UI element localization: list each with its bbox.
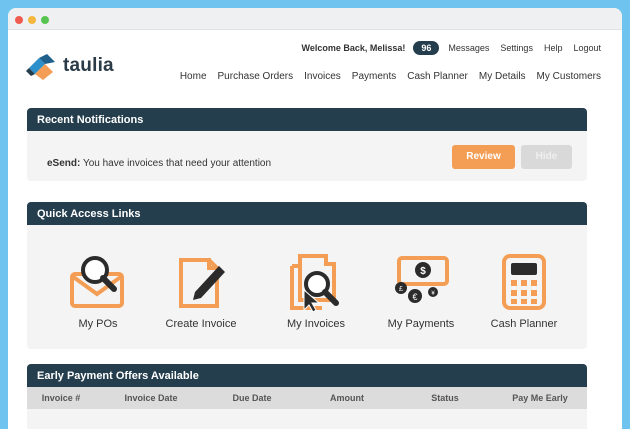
quick-link-cash-planner[interactable]: Cash Planner (486, 252, 562, 330)
welcome-text: Welcome Back, Melissa! (301, 43, 406, 53)
notification-count-badge[interactable]: 96 (413, 41, 440, 55)
column-due-date[interactable]: Due Date (207, 393, 297, 403)
hide-button[interactable]: Hide (521, 145, 572, 169)
notification-text: You have invoices that need your attenti… (82, 158, 272, 169)
early-payment-title: Early Payment Offers Available (27, 364, 587, 387)
close-window-dot[interactable] (15, 16, 23, 24)
messages-link[interactable]: Messages (448, 43, 489, 53)
notifications-title: Recent Notifications (27, 108, 587, 131)
maximize-window-dot[interactable] (41, 16, 49, 24)
column-pay-me-early[interactable]: Pay Me Early (493, 393, 587, 403)
pound-symbol: £ (399, 286, 403, 293)
nav-my-customers[interactable]: My Customers (537, 71, 601, 82)
currency-payments-icon: $ £ € ¥ (395, 256, 449, 303)
column-amount[interactable]: Amount (297, 393, 397, 403)
offers-table-header: Invoice # Invoice Date Due Date Amount S… (27, 387, 587, 409)
quick-link-label: Create Invoice (165, 318, 237, 330)
dollar-symbol: $ (420, 266, 426, 277)
quick-link-label: My Payments (387, 318, 455, 330)
column-status[interactable]: Status (397, 393, 493, 403)
user-bar: Welcome Back, Melissa! 96 Messages Setti… (301, 39, 601, 57)
document-pen-icon (179, 258, 225, 308)
column-invoice-number[interactable]: Invoice # (27, 393, 95, 403)
quick-link-my-payments[interactable]: $ £ € ¥ My Payments (383, 252, 459, 330)
early-payment-panel: Early Payment Offers Available Invoice #… (27, 364, 587, 429)
column-invoice-date[interactable]: Invoice Date (95, 393, 207, 403)
euro-symbol: € (412, 292, 417, 302)
taulia-logo-icon (26, 54, 55, 80)
nav-payments[interactable]: Payments (352, 71, 396, 82)
envelope-search-icon (70, 256, 124, 308)
quick-link-label: My POs (78, 318, 118, 330)
logout-link[interactable]: Logout (573, 43, 601, 53)
documents-search-icon (290, 254, 339, 312)
calculator-icon (502, 254, 546, 310)
nav-home[interactable]: Home (180, 71, 207, 82)
quick-link-create-invoice[interactable]: Create Invoice (159, 252, 243, 330)
quick-link-my-pos[interactable]: My POs (68, 252, 128, 330)
help-link[interactable]: Help (544, 43, 563, 53)
notification-sender: eSend: (47, 158, 81, 169)
main-nav: Home Purchase Orders Invoices Payments C… (180, 71, 601, 82)
nav-cash-planner[interactable]: Cash Planner (407, 71, 468, 82)
quick-access-title: Quick Access Links (27, 202, 587, 225)
notification-message: eSend: You have invoices that need your … (47, 158, 271, 169)
minimize-window-dot[interactable] (28, 16, 36, 24)
review-button[interactable]: Review (452, 145, 515, 169)
nav-my-details[interactable]: My Details (479, 71, 526, 82)
quick-link-my-invoices[interactable]: My Invoices (282, 252, 350, 330)
nav-invoices[interactable]: Invoices (304, 71, 341, 82)
quick-link-label: My Invoices (286, 318, 346, 330)
nav-purchase-orders[interactable]: Purchase Orders (218, 71, 294, 82)
settings-link[interactable]: Settings (500, 43, 533, 53)
brand-name: taulia (63, 55, 114, 76)
title-bar (8, 8, 622, 30)
taulia-logo[interactable]: taulia (25, 52, 125, 82)
quick-link-label: Cash Planner (490, 318, 558, 330)
